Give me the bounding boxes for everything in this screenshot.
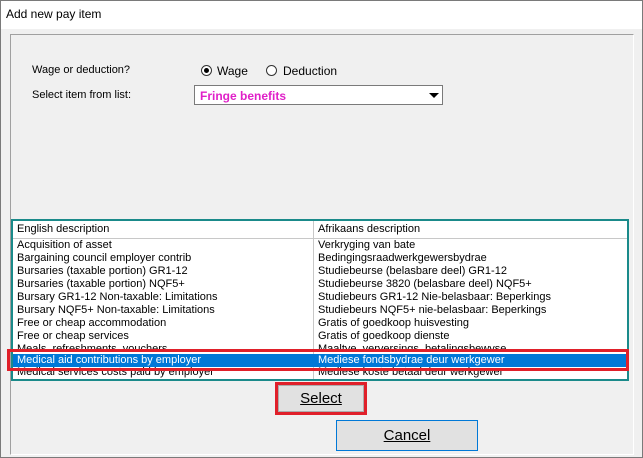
row-afrikaans: Gratis of goedkoop dienste bbox=[318, 330, 450, 342]
add-pay-item-window: Add new pay item Wage or deduction? Wage… bbox=[0, 0, 643, 458]
list-row[interactable]: Bursary GR1-12 Non-taxable: Limitations S… bbox=[13, 291, 627, 304]
list-header: English description Afrikaans descriptio… bbox=[13, 221, 627, 239]
selected-row-highlight-frame bbox=[7, 349, 629, 371]
cancel-button-label: Cancel bbox=[383, 427, 431, 444]
chevron-down-icon bbox=[429, 93, 439, 98]
title-bar: Add new pay item bbox=[1, 1, 642, 29]
row-english: Bursaries (taxable portion) NQF5+ bbox=[17, 278, 185, 290]
row-afrikaans: Gratis of goedkoop huisvesting bbox=[318, 317, 470, 329]
list-row[interactable]: Acquisition of asset Verkryging van bate bbox=[13, 239, 627, 252]
wage-or-deduction-label: Wage or deduction? bbox=[32, 64, 131, 76]
list-row[interactable]: Bursary NQF5+ Non-taxable: Limitations St… bbox=[13, 304, 627, 317]
deduction-radio-label[interactable]: Deduction bbox=[283, 64, 337, 78]
list-row[interactable]: Free or cheap services Gratis of goedkoop… bbox=[13, 330, 627, 343]
deduction-radio[interactable] bbox=[266, 65, 277, 76]
row-afrikaans: Studiebeurs GR1-12 Nie-belasbaar: Beperk… bbox=[318, 291, 551, 303]
row-afrikaans: Studiebeurse (belasbare deel) GR1-12 bbox=[318, 265, 507, 277]
row-english: Free or cheap services bbox=[17, 330, 129, 342]
row-english: Free or cheap accommodation bbox=[17, 317, 167, 329]
item-dropdown-value: Fringe benefits bbox=[200, 89, 287, 103]
wage-radio[interactable] bbox=[201, 65, 212, 76]
select-button-label: Select bbox=[300, 390, 342, 407]
column-header-english[interactable]: English description bbox=[17, 223, 109, 235]
window-title: Add new pay item bbox=[6, 7, 102, 21]
list-row[interactable]: Bursaries (taxable portion) GR1-12 Studie… bbox=[13, 265, 627, 278]
dropdown-button[interactable] bbox=[425, 86, 442, 104]
item-dropdown[interactable]: Fringe benefits bbox=[194, 85, 443, 105]
select-button[interactable]: Select bbox=[278, 385, 364, 412]
list-row[interactable]: Bursaries (taxable portion) NQF5+ Studieb… bbox=[13, 278, 627, 291]
row-english: Bursaries (taxable portion) GR1-12 bbox=[17, 265, 188, 277]
row-english: Bursary GR1-12 Non-taxable: Limitations bbox=[17, 291, 218, 303]
row-afrikaans: Bedingingsraadwerkgewersbydrae bbox=[318, 252, 487, 264]
row-afrikaans: Verkryging van bate bbox=[318, 239, 416, 251]
list-row[interactable]: Free or cheap accommodation Gratis of goe… bbox=[13, 317, 627, 330]
select-item-label: Select item from list: bbox=[32, 89, 132, 101]
row-english: Acquisition of asset bbox=[17, 239, 112, 251]
row-english: Bursary NQF5+ Non-taxable: Limitations bbox=[17, 304, 215, 316]
radio-selected-dot bbox=[204, 68, 209, 73]
column-header-afrikaans[interactable]: Afrikaans description bbox=[318, 223, 420, 235]
row-afrikaans: Studiebeurs NQF5+ nie-belasbaar: Beperki… bbox=[318, 304, 547, 316]
wage-radio-label[interactable]: Wage bbox=[217, 64, 248, 78]
row-english: Bargaining council employer contrib bbox=[17, 252, 192, 264]
row-afrikaans: Studiebeurse 3820 (belasbare deel) NQF5+ bbox=[318, 278, 532, 290]
list-row[interactable]: Bargaining council employer contrib Bedin… bbox=[13, 252, 627, 265]
cancel-button[interactable]: Cancel bbox=[336, 420, 478, 451]
